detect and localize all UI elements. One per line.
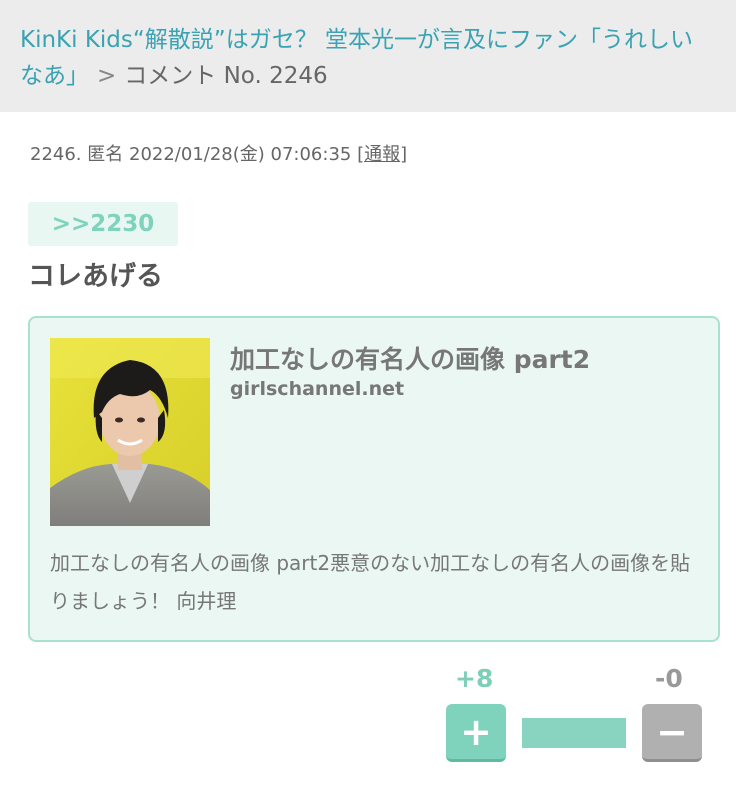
link-card-title[interactable]: 加工なしの有名人の画像 part2 [230, 340, 590, 376]
link-card-description: 加工なしの有名人の画像 part2悪意のない加工なしの有名人の画像を貼りましょう… [50, 551, 691, 613]
minus-vote-count: -0 [655, 664, 683, 693]
vote-ratio-fill [522, 718, 626, 748]
plus-vote-button[interactable]: + [446, 704, 506, 762]
breadcrumb-current: コメント No. 2246 [124, 63, 328, 89]
link-preview-card[interactable]: 加工なしの有名人の画像 part2 girlschannel.net 加工なしの… [28, 316, 720, 642]
reply-anchor-link[interactable]: >>2230 [28, 202, 178, 246]
comment-datetime: 2022/01/28(金) 07:06:35 [129, 144, 352, 165]
report-link[interactable]: 通報 [364, 144, 400, 165]
comment-number: 2246. [30, 144, 82, 165]
plus-vote-count: +8 [455, 664, 494, 693]
breadcrumb-topic-link[interactable]: KinKi Kids“解散説”はガセ？ 堂本光一が言及にファン「うれしいなあ」 [20, 27, 693, 89]
breadcrumb-separator: > [97, 63, 117, 89]
minus-icon: − [656, 709, 688, 754]
plus-icon: + [460, 709, 492, 754]
comment-body: コレあげる [28, 261, 163, 292]
portrait-photo-icon[interactable] [50, 338, 210, 526]
minus-vote-button[interactable]: − [642, 704, 702, 762]
breadcrumb: KinKi Kids“解散説”はガセ？ 堂本光一が言及にファン「うれしいなあ」 >… [0, 0, 736, 112]
vote-ratio-bar [522, 718, 626, 748]
link-card-domain: girlschannel.net [230, 378, 405, 400]
comment-meta: 2246. 匿名 2022/01/28(金) 07:06:35 [通報] [30, 144, 408, 165]
comment-author: 匿名 [87, 144, 124, 165]
